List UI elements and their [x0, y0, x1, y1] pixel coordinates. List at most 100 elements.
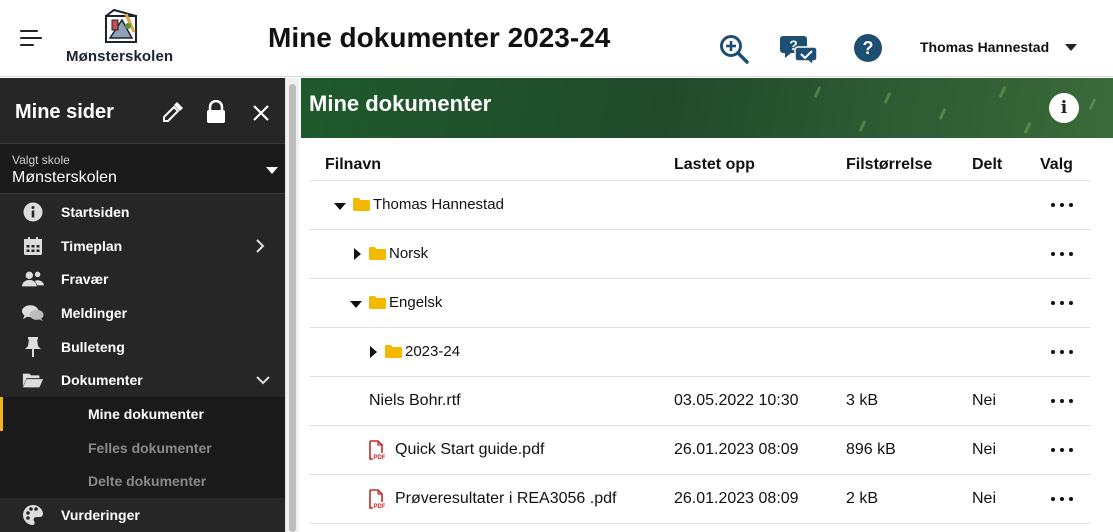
collapse-icon[interactable] — [350, 301, 362, 308]
caret-down-icon[interactable] — [1065, 44, 1077, 51]
user-menu[interactable]: Thomas Hannestad — [920, 39, 1049, 55]
table-row[interactable]: 2023-24 — [309, 328, 1091, 377]
school-select[interactable]: Valgt skole Mønsterskolen — [0, 143, 285, 194]
uploaded-date: 03.05.2022 10:30 — [674, 392, 799, 409]
more-options-icon[interactable] — [1050, 441, 1074, 459]
sidebar-item-vurderinger[interactable]: Vurderinger — [0, 498, 285, 532]
sidebar-nav: Startsiden Timeplan Fravær Meldinger Bul… — [0, 195, 285, 532]
sidebar-item-timeplan[interactable]: Timeplan — [0, 229, 285, 263]
messages-icon — [22, 302, 44, 324]
folder-icon — [369, 247, 386, 260]
column-valg: Valg — [1040, 156, 1073, 173]
table-row[interactable]: Engelsk — [309, 279, 1091, 328]
table-row[interactable]: PDF Quick Start guide.pdf 26.01.2023 08:… — [309, 426, 1091, 475]
help-icon[interactable]: ? — [853, 33, 883, 63]
file-name[interactable]: 2023-24 — [405, 343, 460, 360]
sidebar-item-bulleteng[interactable]: Bulleteng — [0, 330, 285, 364]
menu-icon[interactable] — [20, 30, 42, 46]
file-name[interactable]: Quick Start guide.pdf — [395, 441, 544, 459]
more-options-icon[interactable] — [1050, 196, 1074, 214]
sidebar-item-label: Dokumenter — [61, 372, 143, 389]
collapse-icon[interactable] — [334, 203, 346, 210]
people-icon — [22, 268, 44, 290]
chat-question-icon[interactable]: ? — [780, 33, 818, 65]
column-filnavn[interactable]: Filnavn — [325, 156, 381, 174]
file-name[interactable]: Thomas Hannestad — [373, 196, 504, 213]
expand-icon[interactable] — [354, 248, 361, 260]
sidebar-item-label: Bulleteng — [61, 338, 125, 355]
panel-header: Mine dokumenter i — [301, 78, 1113, 138]
svg-text:PDF: PDF — [374, 455, 386, 460]
scrollbar-thumb[interactable] — [289, 84, 296, 532]
sidebar-subitem-felles-dokumenter[interactable]: Felles dokumenter — [0, 430, 285, 465]
svg-text:?: ? — [863, 38, 874, 58]
file-name[interactable]: Engelsk — [389, 294, 442, 311]
file-size: 896 kB — [846, 441, 896, 458]
panel-title: Mine dokumenter — [309, 91, 492, 116]
column-filstorrelse[interactable]: Filstørrelse — [846, 156, 932, 174]
pin-icon — [22, 336, 44, 358]
table-header: Filnavn Lastet opp Filstørrelse Delt Val… — [309, 140, 1091, 181]
close-icon[interactable] — [252, 104, 270, 122]
sidebar-item-startsiden[interactable]: Startsiden — [0, 195, 285, 229]
sidebar-subitem-label: Felles dokumenter — [88, 439, 212, 456]
school-select-value: Mønsterskolen — [12, 169, 117, 186]
more-options-icon[interactable] — [1050, 294, 1074, 312]
documents-table: Filnavn Lastet opp Filstørrelse Delt Val… — [309, 140, 1091, 524]
column-delt[interactable]: Delt — [972, 156, 1002, 174]
uploaded-date: 26.01.2023 08:09 — [674, 441, 799, 458]
chevron-down-icon — [256, 376, 270, 385]
folder-open-icon — [22, 369, 44, 391]
chevron-down-icon — [266, 167, 278, 174]
sidebar-item-fravaer[interactable]: Fravær — [0, 262, 285, 296]
info-icon[interactable]: i — [1049, 93, 1079, 123]
sidebar-item-meldinger[interactable]: Meldinger — [0, 296, 285, 330]
more-options-icon[interactable] — [1050, 245, 1074, 263]
folder-icon — [385, 345, 402, 358]
sidebar-item-label: Fravær — [61, 271, 109, 288]
column-lastet-opp[interactable]: Lastet opp — [674, 156, 755, 174]
folder-icon — [353, 198, 370, 211]
top-header: Mønsterskolen Mine dokumenter 2023-24 ? … — [0, 0, 1113, 77]
zoom-in-icon[interactable] — [718, 33, 750, 65]
calendar-icon — [22, 235, 44, 257]
file-size: 3 kB — [846, 392, 879, 409]
page-title: Mine dokumenter 2023-24 — [268, 22, 611, 53]
more-options-icon[interactable] — [1050, 392, 1074, 410]
chevron-right-icon — [256, 238, 265, 253]
more-options-icon[interactable] — [1050, 343, 1074, 361]
sidebar-subitem-delte-dokumenter[interactable]: Delte dokumenter — [0, 464, 285, 499]
sidebar-subitem-label: Mine dokumenter — [88, 405, 204, 422]
pdf-file-icon: PDF — [369, 440, 385, 460]
more-options-icon[interactable] — [1050, 490, 1074, 508]
lock-icon[interactable] — [206, 100, 226, 124]
sidebar-subitem-mine-dokumenter[interactable]: Mine dokumenter — [0, 397, 285, 431]
file-name[interactable]: Norsk — [389, 245, 428, 262]
school-logo[interactable]: Mønsterskolen — [62, 8, 180, 66]
sidebar-item-dokumenter[interactable]: Dokumenter — [0, 363, 285, 397]
sidebar-item-label: Meldinger — [61, 304, 128, 321]
shared-status: Nei — [972, 441, 997, 458]
school-logo-emblem — [105, 8, 137, 43]
pdf-file-icon: PDF — [369, 489, 385, 509]
table-row[interactable]: PDF Prøveresultater i REA3056 .pdf 26.01… — [309, 475, 1091, 524]
file-name[interactable]: Niels Bohr.rtf — [369, 392, 461, 410]
sidebar-subitem-label: Delte dokumenter — [88, 473, 207, 490]
sidebar-item-label: Timeplan — [61, 237, 123, 254]
school-logo-text: Mønsterskolen — [66, 48, 174, 65]
pipette-icon[interactable] — [161, 100, 185, 124]
sidebar-item-label: Startsiden — [61, 203, 130, 220]
sidebar-scrollbar[interactable] — [285, 78, 299, 532]
table-row[interactable]: Norsk — [309, 230, 1091, 279]
expand-icon[interactable] — [370, 346, 377, 358]
table-row[interactable]: Niels Bohr.rtf 03.05.2022 10:30 3 kB Nei — [309, 377, 1091, 426]
info-icon — [22, 201, 44, 223]
sidebar-item-label: Vurderinger — [61, 507, 140, 524]
shared-status: Nei — [972, 490, 997, 507]
file-size: 2 kB — [846, 490, 879, 507]
svg-text:PDF: PDF — [374, 504, 386, 509]
sidebar: Mine sider Valgt skole Mønsterskolen Sta… — [0, 78, 285, 532]
file-name[interactable]: Prøveresultater i REA3056 .pdf — [395, 490, 616, 508]
sidebar-title: Mine sider — [15, 101, 114, 123]
table-row[interactable]: Thomas Hannestad — [309, 181, 1091, 230]
